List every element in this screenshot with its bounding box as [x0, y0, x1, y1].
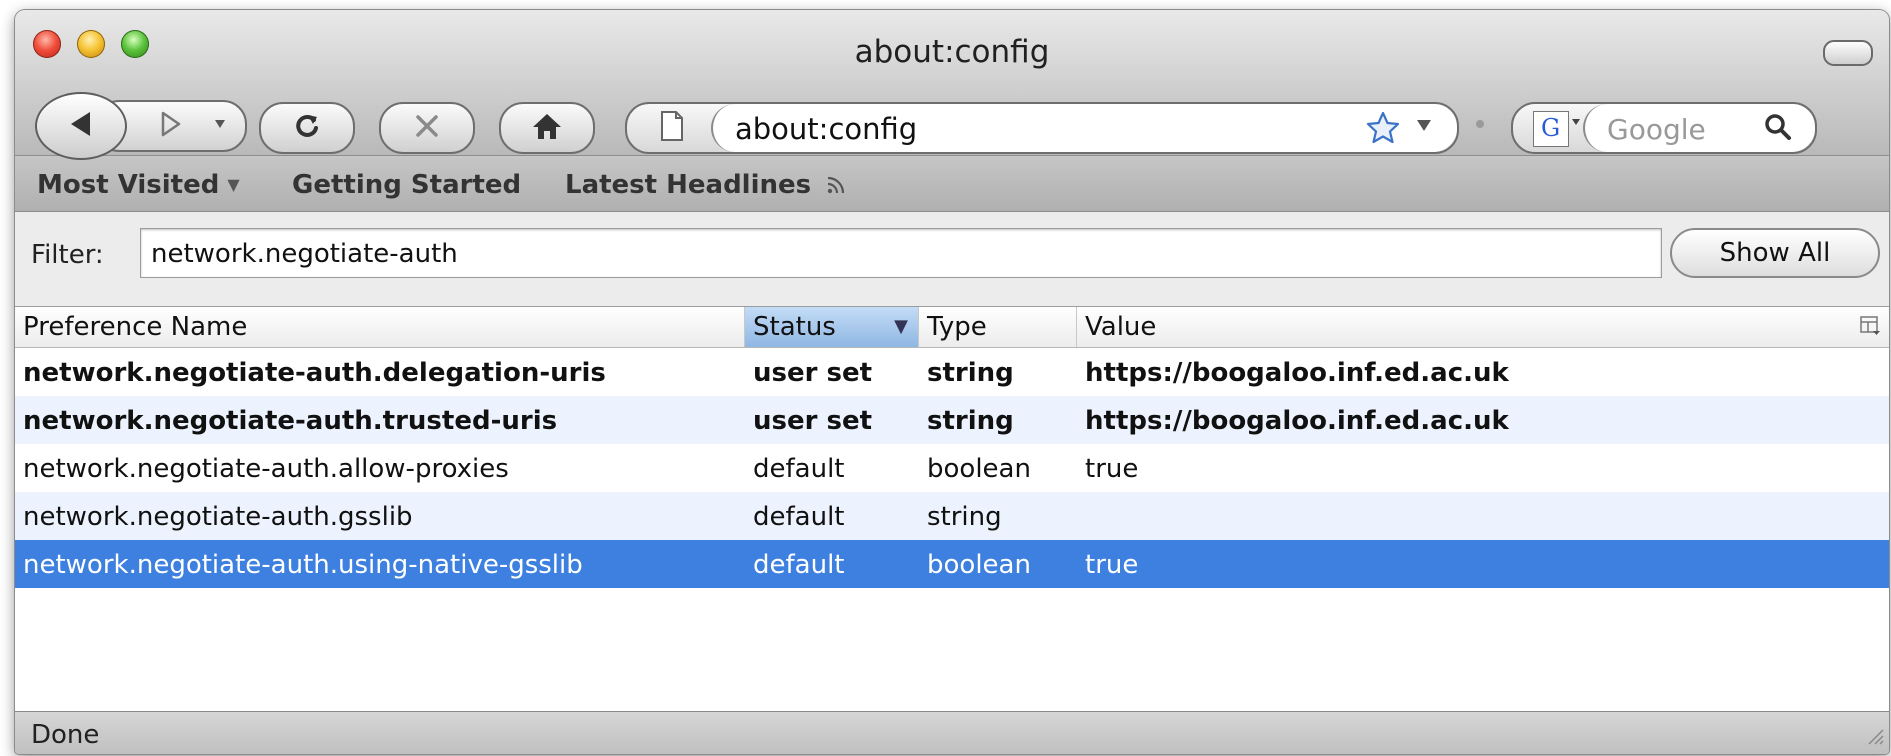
- column-label: Preference Name: [23, 312, 248, 342]
- show-all-button[interactable]: Show All: [1670, 228, 1880, 278]
- cell-value: true: [1085, 454, 1139, 484]
- column-picker-icon[interactable]: [1859, 315, 1881, 341]
- cell-value: true: [1085, 550, 1139, 580]
- filter-label: Filter:: [31, 240, 104, 270]
- cell-preference-name: network.negotiate-auth.using-native-gssl…: [23, 550, 583, 580]
- bookmarks-toolbar: Most Visited ▼ Getting Started Latest Hea…: [15, 156, 1889, 212]
- status-bar: Done: [15, 711, 1889, 754]
- table-header: Preference Name Status ▼ Type Value: [15, 307, 1889, 348]
- search-bar[interactable]: G Google: [1511, 102, 1817, 154]
- toolbar-area: about:config about:config G Google: [15, 10, 1889, 160]
- bookmark-most-visited[interactable]: Most Visited ▼: [37, 170, 240, 200]
- sort-descending-icon: ▼: [894, 316, 908, 337]
- home-button[interactable]: [499, 102, 595, 154]
- config-page: Filter: network.negotiate-auth Show All …: [15, 212, 1889, 725]
- search-icon[interactable]: [1763, 112, 1793, 146]
- column-label: Status: [753, 312, 836, 342]
- table-row[interactable]: network.negotiate-auth.allow-proxies def…: [15, 444, 1889, 492]
- engine-dropdown-icon[interactable]: [1571, 112, 1581, 131]
- home-icon: [531, 111, 563, 145]
- column-header-status[interactable]: Status ▼: [745, 307, 919, 347]
- cell-value: https://boogaloo.inf.ed.ac.uk: [1085, 406, 1509, 436]
- table-row[interactable]: network.negotiate-auth.delegation-uris u…: [15, 348, 1889, 396]
- cell-type: string: [927, 358, 1014, 388]
- url-dropdown-icon[interactable]: [1415, 117, 1433, 139]
- site-identity-button[interactable]: [627, 104, 717, 152]
- search-input[interactable]: Google: [1607, 113, 1706, 146]
- filter-input-field[interactable]: network.negotiate-auth: [140, 228, 1662, 278]
- column-header-type[interactable]: Type: [919, 307, 1077, 347]
- status-text: Done: [31, 720, 100, 750]
- url-input-field[interactable]: about:config: [711, 104, 1457, 152]
- cell-status: user set: [753, 358, 873, 388]
- cell-type: string: [927, 502, 1002, 532]
- url-bar[interactable]: about:config: [625, 102, 1459, 154]
- table-row[interactable]: network.negotiate-auth.trusted-uris user…: [15, 396, 1889, 444]
- rss-feed-icon: [820, 170, 846, 200]
- history-dropdown-icon[interactable]: [213, 116, 227, 135]
- cell-preference-name: network.negotiate-auth.gsslib: [23, 502, 413, 532]
- bookmark-latest-headlines[interactable]: Latest Headlines: [565, 170, 846, 200]
- cell-type: boolean: [927, 454, 1031, 484]
- filter-input[interactable]: network.negotiate-auth: [151, 239, 458, 269]
- browser-window: about:config about:config G Google Most …: [15, 10, 1889, 754]
- cell-preference-name: network.negotiate-auth.delegation-uris: [23, 358, 606, 388]
- table-row-selected[interactable]: network.negotiate-auth.using-native-gssl…: [15, 540, 1889, 588]
- cell-status: default: [753, 502, 845, 532]
- cell-preference-name: network.negotiate-auth.allow-proxies: [23, 454, 509, 484]
- svg-text:G: G: [1541, 114, 1560, 141]
- stop-icon: [413, 112, 441, 144]
- cell-type: boolean: [927, 550, 1031, 580]
- column-header-preference-name[interactable]: Preference Name: [15, 307, 745, 347]
- toggle-toolbar-button[interactable]: [1823, 40, 1873, 66]
- column-header-value[interactable]: Value: [1077, 307, 1845, 347]
- cell-status: user set: [753, 406, 873, 436]
- cell-preference-name: network.negotiate-auth.trusted-uris: [23, 406, 558, 436]
- bookmark-label: Latest Headlines: [565, 170, 812, 200]
- toolbar-separator: [1476, 120, 1484, 128]
- bookmark-label: Most Visited: [37, 170, 220, 200]
- stop-button[interactable]: [379, 102, 475, 154]
- search-engine-button[interactable]: G: [1533, 111, 1569, 147]
- google-logo-icon: G: [1537, 113, 1565, 145]
- cell-status: default: [753, 550, 845, 580]
- table-row[interactable]: network.negotiate-auth.gsslib default st…: [15, 492, 1889, 540]
- bookmark-star-icon[interactable]: [1365, 110, 1401, 150]
- chevron-down-icon: ▼: [227, 175, 240, 194]
- window-title: about:config: [854, 34, 1050, 70]
- cell-type: string: [927, 406, 1014, 436]
- preferences-table[interactable]: Preference Name Status ▼ Type Value netwo…: [15, 306, 1889, 725]
- reload-button[interactable]: [259, 102, 355, 154]
- back-arrow-icon: [64, 107, 98, 145]
- navigation-group: [35, 92, 257, 160]
- resize-grip-icon[interactable]: [1863, 724, 1885, 750]
- cell-value: https://boogaloo.inf.ed.ac.uk: [1085, 358, 1509, 388]
- bookmark-getting-started[interactable]: Getting Started: [292, 170, 521, 200]
- reload-icon: [292, 111, 322, 145]
- column-label: Value: [1085, 312, 1157, 342]
- page-icon: [659, 110, 685, 146]
- cell-status: default: [753, 454, 845, 484]
- search-input-field[interactable]: Google: [1583, 104, 1815, 152]
- back-button[interactable]: [35, 92, 127, 160]
- bookmark-label: Getting Started: [292, 170, 522, 200]
- column-label: Type: [927, 312, 987, 342]
- url-input[interactable]: about:config: [735, 112, 917, 146]
- forward-arrow-icon: [155, 109, 185, 143]
